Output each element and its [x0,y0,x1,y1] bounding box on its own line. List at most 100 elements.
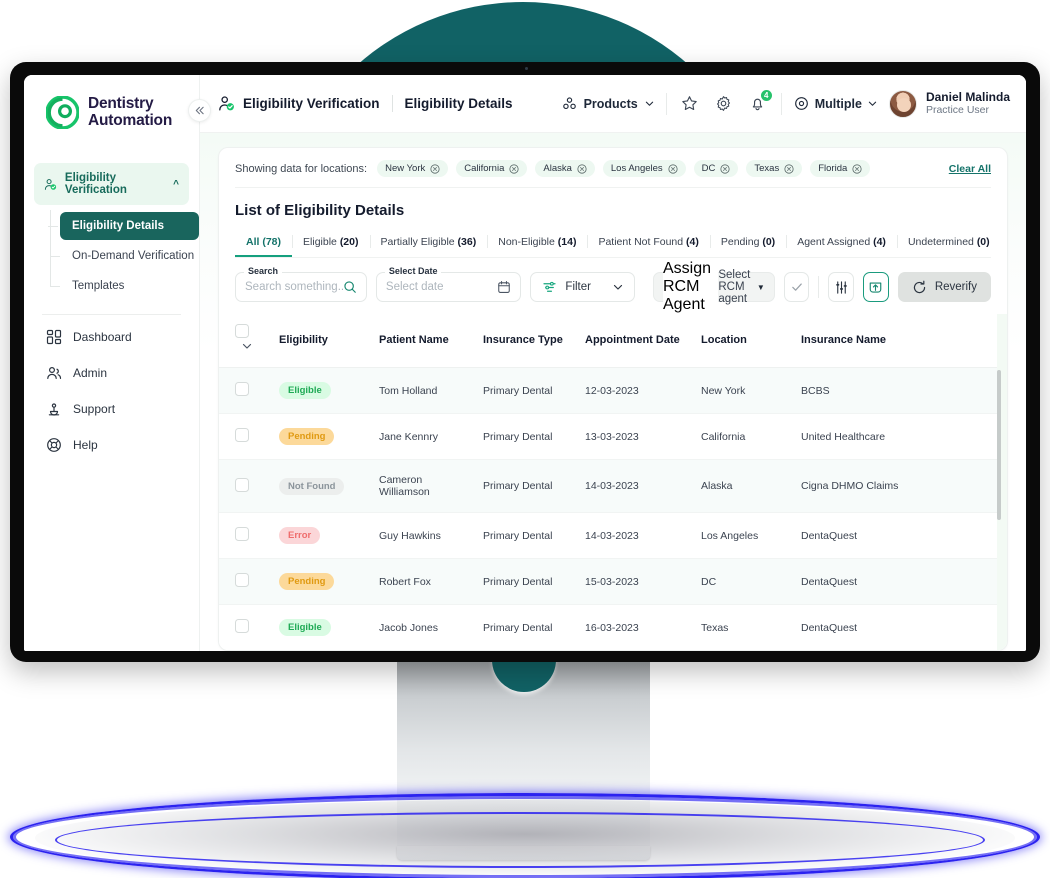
location-label: Multiple [814,96,862,111]
sidebar-item-templates[interactable]: Templates [50,272,199,300]
main-area: Eligibility Verification Eligibility Det… [200,75,1026,651]
search-input[interactable] [245,281,343,293]
header-appointment-date[interactable]: Appointment Date [579,314,695,368]
location-chip-florida[interactable]: Florida [810,160,871,177]
caret-down-icon: ▼ [756,282,765,292]
top-bar-right: Products 4 Multiple Daniel Malinda Pract… [562,88,1010,118]
cell-insurance-type: Primary Dental [477,367,579,414]
row-checkbox[interactable] [235,527,249,541]
tab-undetermined[interactable]: Undetermined (0) [896,229,1001,257]
chip-label: DC [701,163,716,174]
notifications-button[interactable]: 4 [747,88,773,115]
vertical-scrollbar[interactable] [997,370,1001,520]
rcm-legend: Assign RCM Agent [662,260,719,314]
tab-eligible[interactable]: Eligible (20) [292,229,369,257]
user-shield-icon [44,178,57,190]
location-selector[interactable]: Multiple [794,96,877,111]
chip-label: California [464,163,505,174]
chip-label: Alaska [543,163,572,174]
row-checkbox[interactable] [235,573,249,587]
tab-partially-eligible[interactable]: Partially Eligible (36) [369,229,488,257]
close-icon[interactable] [720,163,730,174]
header-eligibility[interactable]: Eligibility [273,314,373,368]
settings-button[interactable] [713,93,735,115]
sidebar-group-label: Eligibility Verification [64,172,127,196]
location-chip-new-york[interactable]: New York [377,160,449,177]
table-row[interactable]: Eligible Tom Holland Primary Dental 12-0… [219,367,1007,414]
support-icon [48,403,60,416]
sidebar-item-dashboard[interactable]: Dashboard [24,319,199,355]
row-checkbox[interactable] [235,477,249,492]
rcm-agent-select[interactable]: Assign RCM Agent Select RCM agent ▼ [652,260,775,314]
close-icon[interactable] [668,163,678,174]
table-head: Eligibility Patient Name Insurance Type … [219,314,1007,368]
close-icon[interactable] [509,163,519,174]
content-area: Showing data for locations: New York Cal… [200,133,1026,651]
products-label: Products [583,96,638,111]
cell-location: Los Angeles [695,512,795,559]
table-row[interactable]: Pending Robert Fox Primary Dental 15-03-… [219,558,1007,605]
table-toolbar: Search Select Date [219,258,1007,314]
select-all-checkbox[interactable] [235,324,249,338]
table-row[interactable]: Not Found Cameron Williamson Primary Den… [219,459,1007,513]
chevron-double-left-icon [195,106,204,115]
location-chip-alaska[interactable]: Alaska [535,160,595,177]
favorite-button[interactable] [679,93,701,115]
table-row[interactable]: Pending Jane Kennry Primary Dental 13-03… [219,413,1007,460]
sidebar-item-label: Dashboard [73,330,132,344]
refresh-icon [913,280,925,293]
cell-eligibility: Pending [273,558,373,605]
location-chip-california[interactable]: California [456,160,528,177]
location-chip-los-angeles[interactable]: Los Angeles [602,160,686,177]
row-checkbox[interactable] [235,619,249,633]
date-field[interactable]: Select Date [375,266,522,302]
row-checkbox[interactable] [235,428,249,442]
filter-button[interactable]: Filter [530,272,635,302]
close-icon[interactable] [852,163,862,174]
sidebar-collapse-button[interactable] [188,99,211,122]
date-input[interactable] [385,281,498,293]
tab-non-eligible[interactable]: Non-Eligible (14) [487,229,587,257]
header-location[interactable]: Location [695,314,795,368]
table-row[interactable]: Error Guy Hawkins Primary Dental 14-03-2… [219,512,1007,559]
close-icon[interactable] [577,163,587,174]
chip-label: Texas [754,163,780,174]
header-insurance-name[interactable]: Insurance Name [795,314,1007,368]
sidebar-item-eligibility-details[interactable]: Eligibility Details [48,212,199,240]
tab-all[interactable]: All (78) [235,229,293,257]
export-button[interactable] [863,272,889,302]
tab-count: (20) [339,236,359,248]
location-chip-texas[interactable]: Texas [746,160,803,177]
cell-patient-name: Jane Kennry [373,413,477,460]
sidebar-group-eligibility-verification[interactable]: Eligibility Verification ^ [34,163,189,205]
tab-agent-assigned[interactable]: Agent Assigned (4) [786,229,897,257]
header-insurance-type[interactable]: Insurance Type [477,314,579,368]
table-row[interactable]: Eligible Jacob Jones Primary Dental 16-0… [219,604,1007,650]
header-patient-name[interactable]: Patient Name [373,314,477,368]
confirm-assign-button[interactable] [783,272,810,302]
sidebar-item-on-demand-verification[interactable]: On-Demand Verification [50,242,199,270]
cell-appointment-date: 16-03-2023 [579,604,695,650]
close-icon[interactable] [784,163,794,174]
cell-patient-name: Guy Hawkins [373,512,477,559]
clear-all-link[interactable]: Clear All [949,163,991,175]
row-checkbox-cell [219,413,273,460]
cell-appointment-date: 15-03-2023 [579,558,695,605]
chip-label: Los Angeles [610,163,663,174]
user-menu[interactable]: Daniel Malinda Practice User [888,89,1010,118]
tab-pending[interactable]: Pending (0) [709,229,786,257]
products-menu[interactable]: Products [562,96,654,111]
breadcrumb-parent[interactable]: Eligibility Verification [243,96,380,111]
row-checkbox[interactable] [235,382,249,396]
sidebar-item-help[interactable]: Help [24,427,199,463]
status-badge: Eligible [279,382,331,399]
chevron-up-icon: ^ [173,178,179,190]
search-field[interactable]: Search [235,266,367,302]
sidebar-item-admin[interactable]: Admin [24,355,199,391]
column-settings-button[interactable] [828,272,855,302]
close-icon[interactable] [430,163,440,174]
sidebar-item-support[interactable]: Support [24,391,199,427]
reverify-button[interactable]: Reverify [897,272,992,302]
location-chip-dc[interactable]: DC [693,160,739,177]
tab-patient-not-found[interactable]: Patient Not Found (4) [587,229,709,257]
